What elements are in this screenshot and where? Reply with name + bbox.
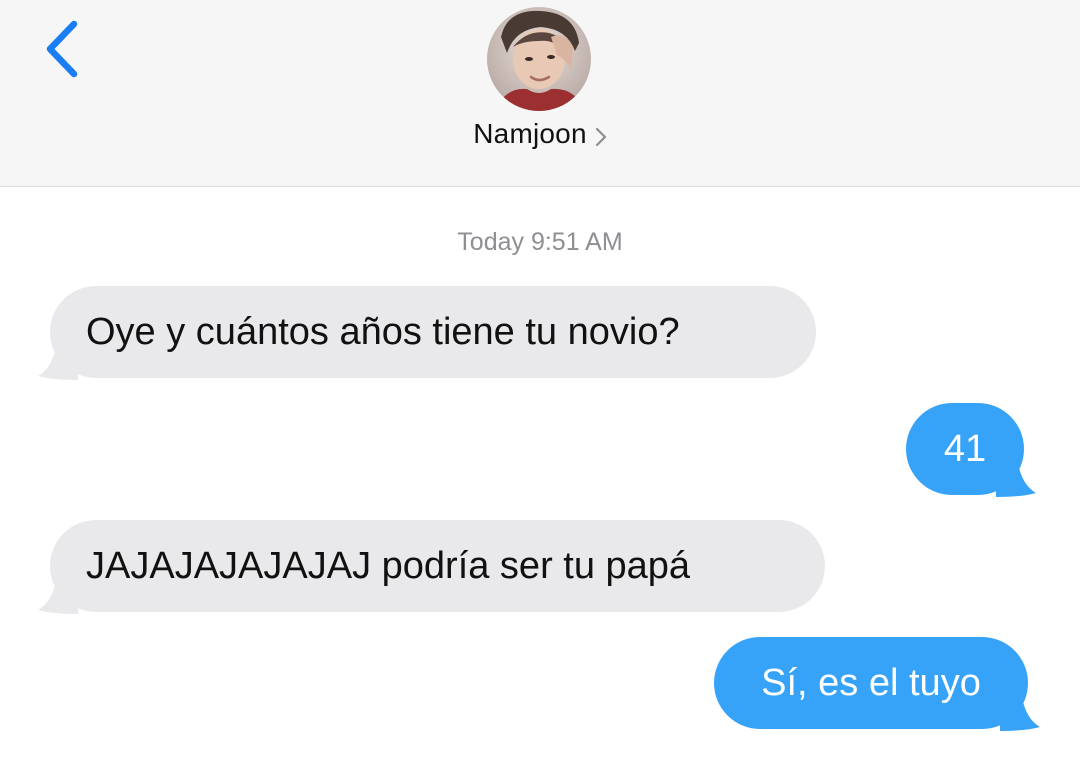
message-text: 41 — [943, 427, 987, 470]
chevron-right-icon — [595, 127, 607, 147]
bubble-tail — [1000, 697, 1040, 731]
message-timestamp: Today 9:51 AM — [457, 228, 623, 256]
received-message-bubble[interactable]: JAJAJAJAJAJAJ podría ser tu papá — [38, 520, 825, 614]
contact-name: Namjoon — [473, 118, 587, 149]
bubble-tail — [38, 346, 78, 380]
message-text: Oye y cuántos años tiene tu novio? — [86, 310, 680, 353]
received-message-bubble[interactable]: Oye y cuántos años tiene tu novio? — [38, 286, 816, 380]
avatar-photo — [487, 7, 591, 111]
sent-message-bubble[interactable]: 41 — [906, 403, 1036, 497]
chevron-left-icon — [42, 18, 82, 80]
sent-message-bubble[interactable]: Sí, es el tuyo — [714, 637, 1040, 731]
bubble-tail — [38, 580, 78, 614]
message-text: Sí, es el tuyo — [761, 661, 981, 704]
contact-name-button[interactable]: Namjoon — [0, 118, 1080, 150]
message-text: JAJAJAJAJAJAJ podría ser tu papá — [86, 544, 691, 587]
back-button[interactable] — [32, 14, 92, 84]
contact-avatar[interactable] — [487, 7, 591, 111]
messages-screen: Namjoon Today 9:51 AM Oye y cuántos años… — [0, 0, 1080, 765]
conversation-header: Namjoon — [0, 0, 1080, 187]
bubble-tail — [996, 463, 1036, 497]
